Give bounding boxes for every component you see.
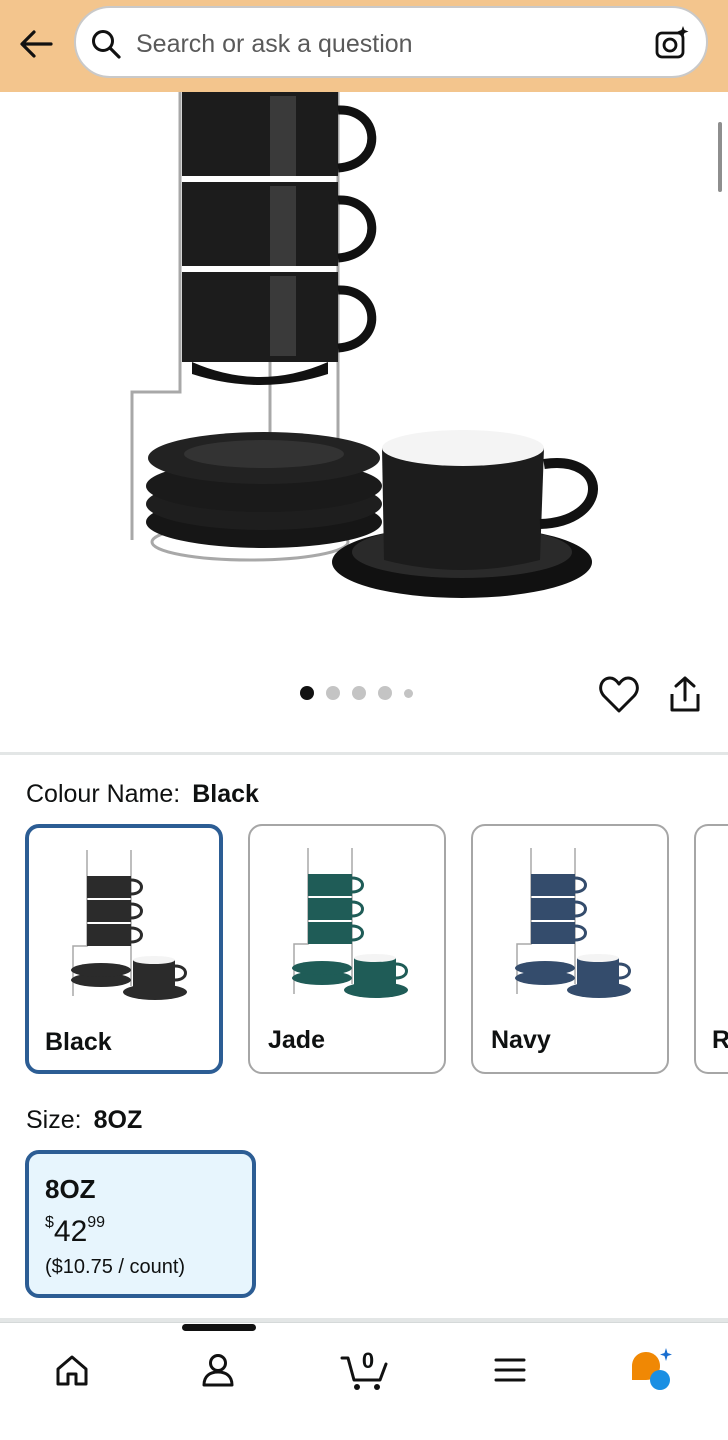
stacked-cups [182, 92, 377, 385]
stacked-saucers [146, 432, 382, 548]
rufus-assistant-icon [632, 1348, 672, 1390]
colour-label-key: Colour Name: [26, 780, 181, 808]
carousel-dot[interactable] [326, 686, 340, 700]
swatch-label: Black [45, 1028, 112, 1056]
colour-swatch-jade[interactable]: Jade [248, 824, 446, 1074]
size-option-name: 8OZ [45, 1174, 96, 1204]
unit-price: ($10.75 / count) [45, 1256, 186, 1278]
nav-account[interactable] [194, 1346, 242, 1394]
size-option-8oz[interactable]: 8OZ $4299 ($10.75 / count) [25, 1150, 256, 1298]
swatch-label: Jade [268, 1026, 325, 1054]
colour-selected-value: Black [192, 780, 259, 808]
nav-menu[interactable] [486, 1346, 534, 1394]
carousel-dot[interactable] [378, 686, 392, 700]
section-divider [0, 752, 728, 755]
colour-swatch-partial[interactable]: R [694, 824, 728, 1074]
colour-swatch-black[interactable]: Black [25, 824, 223, 1074]
swatch-label: R [712, 1026, 728, 1055]
search-input[interactable] [136, 26, 636, 62]
nav-rufus[interactable] [628, 1346, 676, 1394]
colour-swatch-navy[interactable]: Navy [471, 824, 669, 1074]
carousel-dot[interactable] [404, 688, 413, 698]
nav-active-indicator [182, 1324, 256, 1331]
swatch-label: Navy [491, 1026, 551, 1054]
product-image[interactable] [120, 92, 610, 652]
carousel-dot[interactable] [352, 686, 366, 700]
size-label-key: Size: [26, 1106, 82, 1134]
size-selected-value: 8OZ [93, 1106, 143, 1134]
share-icon[interactable] [664, 674, 706, 716]
back-arrow-icon [20, 30, 53, 58]
account-icon [202, 1354, 234, 1387]
price-fraction: 99 [87, 1214, 106, 1231]
cart-count: 0 [361, 1348, 375, 1373]
colour-label: Colour Name: Black [26, 780, 259, 809]
swatch-thumbnail [292, 848, 408, 998]
image-carousel-dots[interactable] [300, 686, 413, 700]
top-header [0, 0, 728, 92]
nav-home[interactable] [48, 1346, 96, 1394]
swatch-thumbnail [515, 848, 631, 998]
camera-sparkle-icon[interactable] [654, 25, 690, 61]
price-currency: $ [45, 1214, 54, 1231]
home-icon [56, 1355, 88, 1386]
scroll-indicator [718, 122, 722, 192]
price: $4299 [45, 1214, 105, 1249]
price-whole: 42 [53, 1215, 88, 1248]
back-button[interactable] [16, 24, 56, 64]
heart-icon[interactable] [598, 674, 640, 716]
carousel-dot[interactable] [300, 686, 314, 700]
swatch-thumbnail [71, 850, 187, 1000]
search-icon [92, 30, 121, 59]
search-bar[interactable] [74, 6, 708, 78]
menu-icon [494, 1358, 526, 1382]
size-label: Size: 8OZ [26, 1106, 142, 1135]
